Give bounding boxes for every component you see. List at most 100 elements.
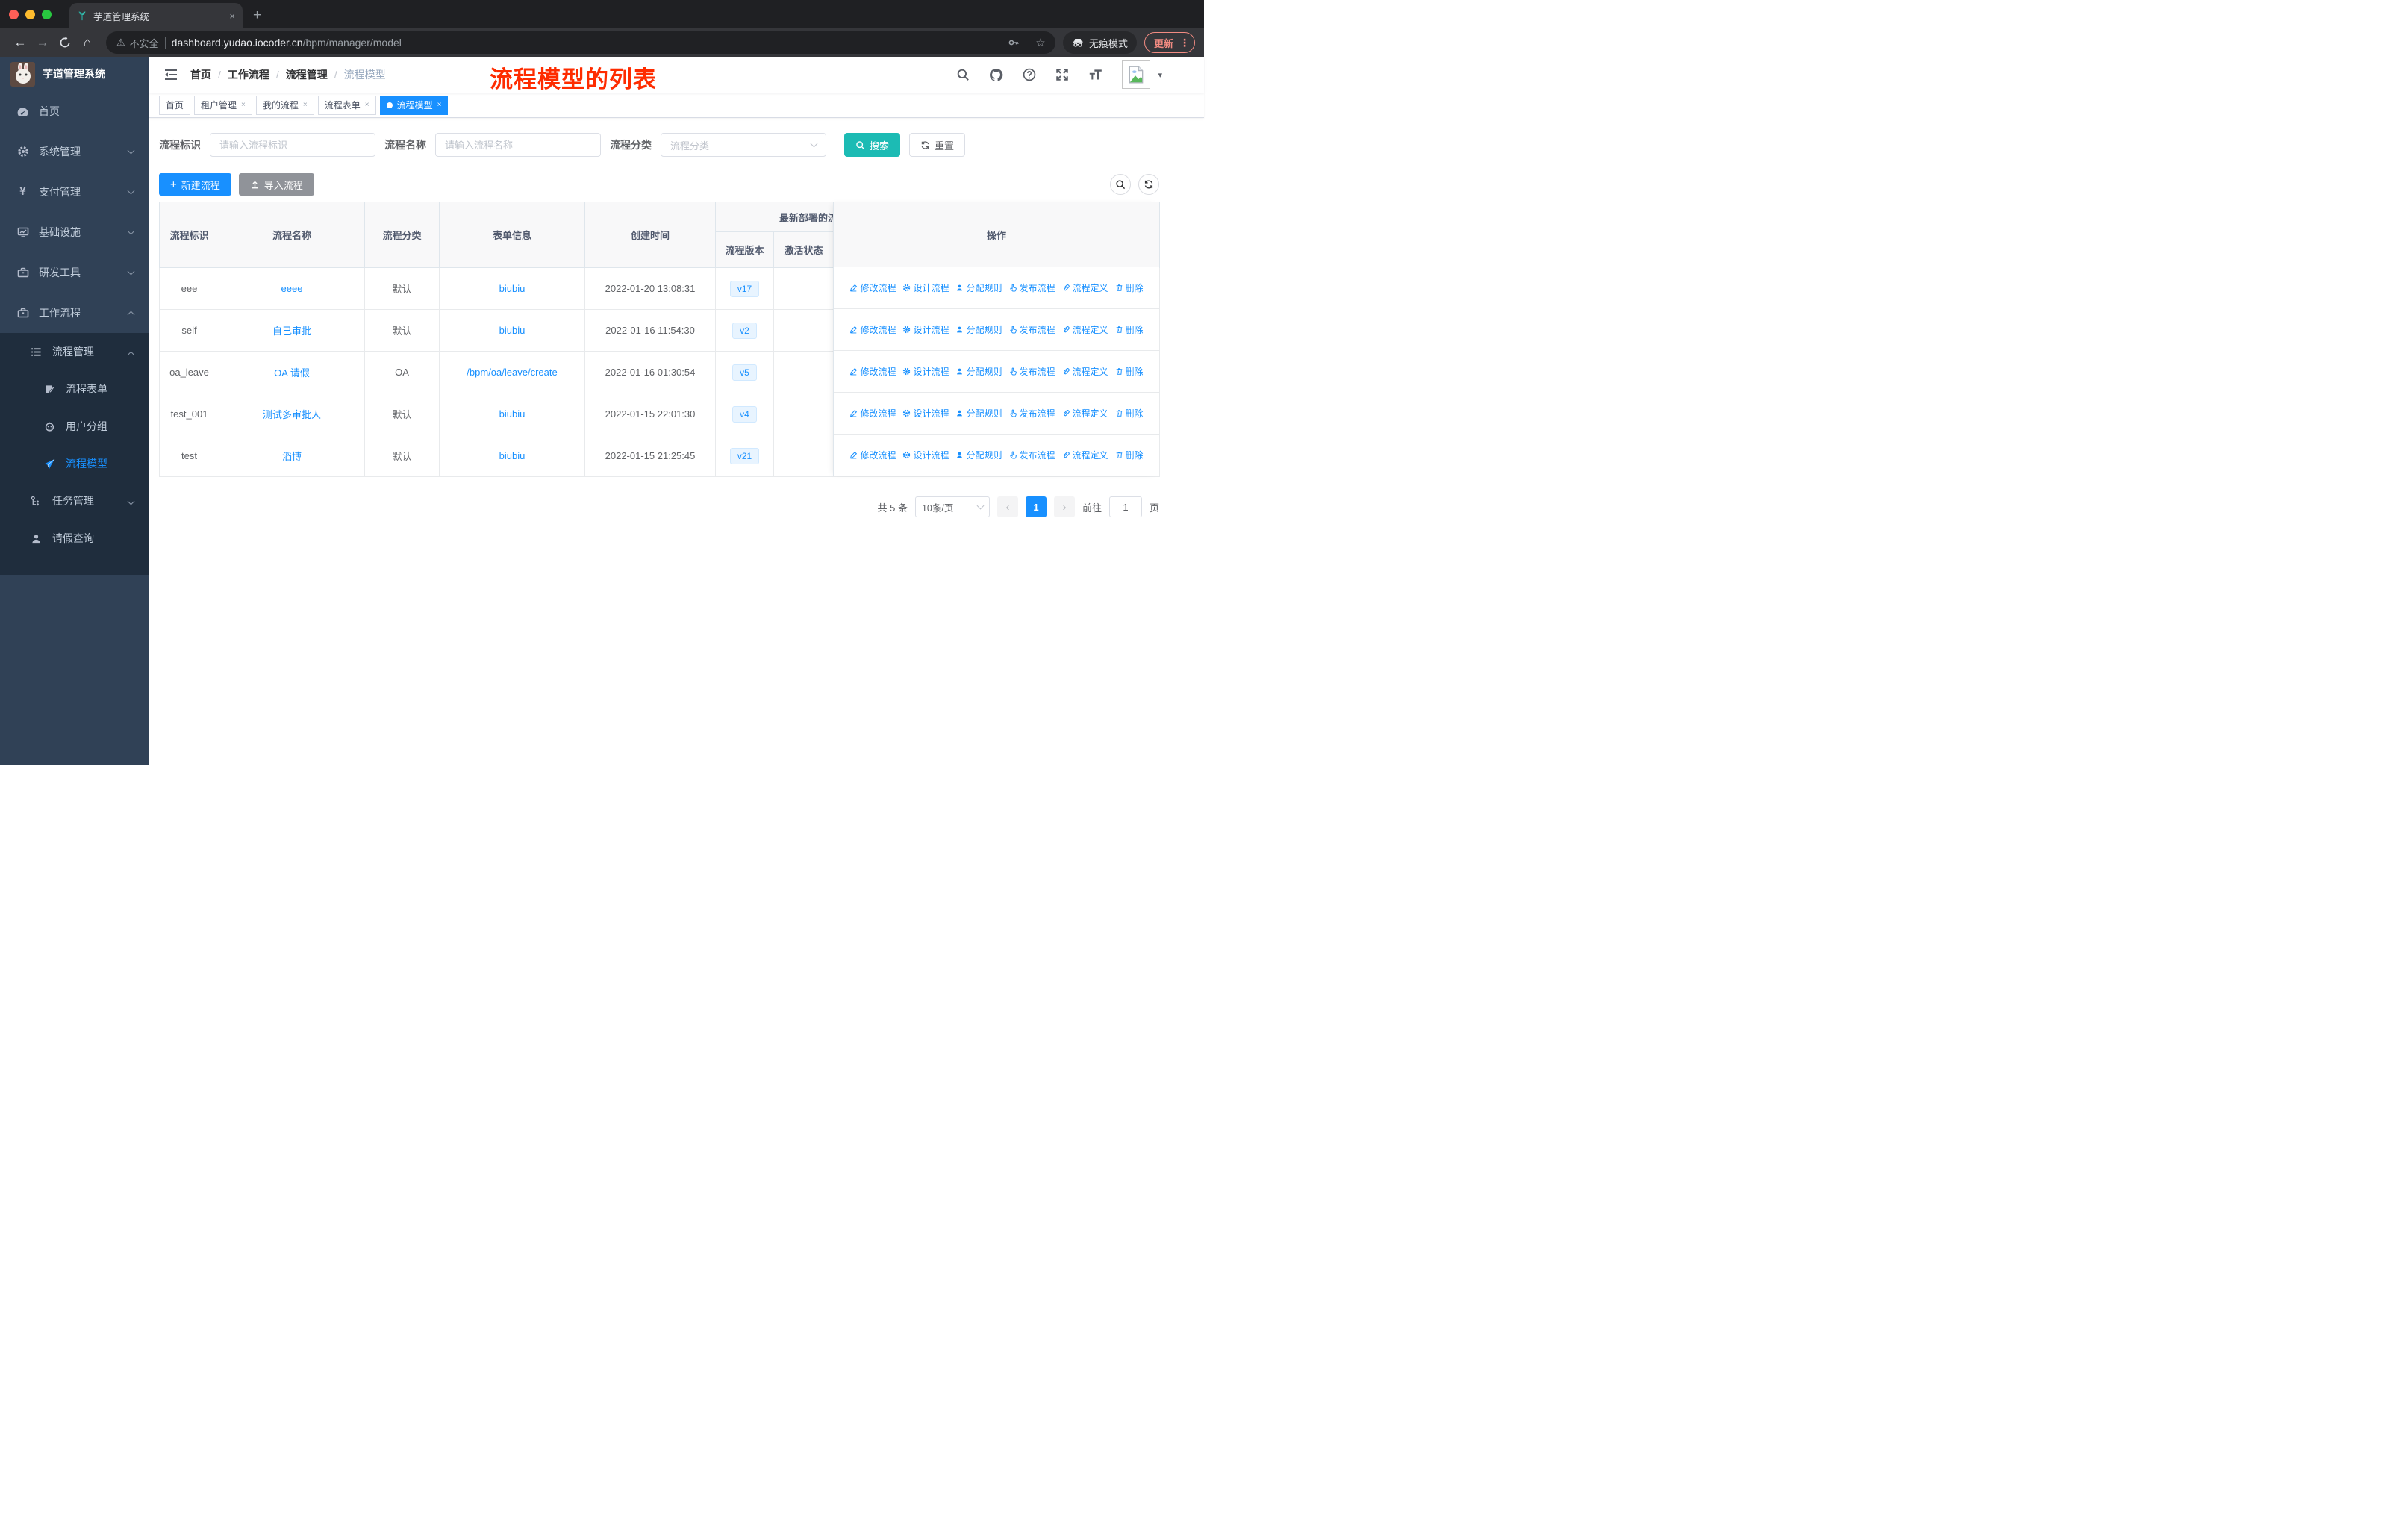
tag-home[interactable]: 首页 — [159, 95, 191, 115]
filter-name-input[interactable] — [435, 133, 601, 157]
zoom-window-button[interactable] — [42, 9, 52, 19]
refresh-table-button[interactable] — [1138, 174, 1159, 195]
edit-process-link[interactable]: 修改流程 — [849, 449, 896, 461]
edit-process-link[interactable]: 修改流程 — [849, 365, 896, 378]
chrome-update-button[interactable]: 更新 ⋮ — [1144, 32, 1195, 53]
close-window-button[interactable] — [9, 9, 19, 19]
tag-process-form[interactable]: 流程表单 × — [317, 95, 376, 115]
tag-my-process[interactable]: 我的流程 × — [255, 95, 314, 115]
version-badge[interactable]: v2 — [732, 322, 757, 339]
publish-process-link[interactable]: 发布流程 — [1009, 281, 1055, 294]
next-page-button[interactable]: › — [1053, 496, 1075, 517]
version-badge[interactable]: v4 — [732, 405, 757, 423]
form-info-link[interactable]: biubiu — [499, 408, 525, 420]
process-name-link[interactable]: 滔博 — [282, 451, 302, 462]
edit-process-link[interactable]: 修改流程 — [849, 281, 896, 294]
font-size-icon[interactable] — [1088, 68, 1102, 82]
process-name-link[interactable]: 自己审批 — [272, 326, 311, 337]
publish-process-link[interactable]: 发布流程 — [1009, 407, 1055, 420]
sidebar-item-payment[interactable]: ¥ 支付管理 — [0, 172, 149, 212]
browser-menu-icon[interactable]: ⋮ — [1179, 37, 1190, 49]
key-icon[interactable] — [1003, 37, 1024, 49]
delete-link[interactable]: 删除 — [1115, 449, 1144, 461]
home-icon[interactable]: ⌂ — [76, 35, 99, 50]
assign-rule-link[interactable]: 分配规则 — [955, 281, 1002, 294]
sidebar-item-process-form[interactable]: 流程表单 — [0, 370, 149, 408]
bookmark-star-icon[interactable]: ☆ — [1030, 36, 1051, 49]
not-secure-badge[interactable]: ⚠ 不安全 — [116, 36, 159, 50]
publish-process-link[interactable]: 发布流程 — [1009, 449, 1055, 461]
process-definition-link[interactable]: 流程定义 — [1062, 407, 1108, 420]
tag-tenant[interactable]: 租户管理 × — [194, 95, 252, 115]
close-icon[interactable]: × — [241, 101, 246, 109]
browser-tab[interactable]: 芋道管理系统 × — [69, 3, 243, 28]
breadcrumb-home[interactable]: 首页 — [190, 67, 211, 82]
tag-process-model[interactable]: 流程模型 × — [379, 95, 449, 115]
close-icon[interactable]: × — [365, 101, 369, 109]
close-icon[interactable]: × — [303, 101, 308, 109]
page-size-select[interactable]: 10条/页 — [914, 496, 990, 517]
github-icon[interactable] — [989, 68, 1003, 82]
publish-process-link[interactable]: 发布流程 — [1009, 365, 1055, 378]
sidebar-item-infra[interactable]: 基础设施 — [0, 212, 149, 252]
process-name-link[interactable]: OA 请假 — [274, 367, 310, 379]
filter-key-input[interactable] — [210, 133, 375, 157]
process-definition-link[interactable]: 流程定义 — [1062, 281, 1108, 294]
close-icon[interactable]: × — [437, 101, 442, 109]
assign-rule-link[interactable]: 分配规则 — [955, 365, 1002, 378]
publish-process-link[interactable]: 发布流程 — [1009, 323, 1055, 336]
sidebar-item-system[interactable]: 系统管理 — [0, 131, 149, 172]
new-tab-button[interactable]: + — [253, 7, 261, 24]
delete-link[interactable]: 删除 — [1115, 407, 1144, 420]
goto-page-input[interactable]: 1 — [1108, 496, 1142, 517]
breadcrumb-workflow[interactable]: 工作流程 — [228, 67, 269, 82]
minimize-window-button[interactable] — [25, 9, 35, 19]
assign-rule-link[interactable]: 分配规则 — [955, 407, 1002, 420]
forward-icon[interactable]: → — [31, 35, 54, 50]
tab-close-icon[interactable]: × — [229, 10, 235, 22]
reset-button[interactable]: 重置 — [909, 133, 966, 157]
search-icon[interactable] — [956, 68, 970, 81]
delete-link[interactable]: 删除 — [1115, 365, 1144, 378]
sidebar-item-workflow[interactable]: 工作流程 — [0, 293, 149, 333]
sidebar-item-home[interactable]: 首页 — [0, 91, 149, 131]
version-badge[interactable]: v21 — [729, 447, 760, 464]
design-process-link[interactable]: 设计流程 — [902, 449, 949, 461]
design-process-link[interactable]: 设计流程 — [902, 281, 949, 294]
sidebar-item-user-group[interactable]: 用户分组 — [0, 408, 149, 445]
edit-process-link[interactable]: 修改流程 — [849, 323, 896, 336]
address-bar[interactable]: ⚠ 不安全 dashboard.yudao.iocoder.cn/bpm/man… — [106, 31, 1055, 54]
process-definition-link[interactable]: 流程定义 — [1062, 449, 1108, 461]
version-badge[interactable]: v17 — [729, 280, 760, 297]
sidebar-item-process-manage[interactable]: 流程管理 — [0, 333, 149, 370]
process-name-link[interactable]: 测试多审批人 — [263, 409, 321, 420]
avatar[interactable] — [1122, 60, 1151, 89]
search-button[interactable]: 搜索 — [844, 133, 901, 157]
hamburger-icon[interactable] — [157, 67, 184, 82]
back-icon[interactable]: ← — [9, 35, 31, 50]
prev-page-button[interactable]: ‹ — [996, 496, 1018, 517]
toggle-search-button[interactable] — [1110, 174, 1131, 195]
sidebar-item-leave-query[interactable]: 请假查询 — [0, 520, 149, 557]
current-page-button[interactable]: 1 — [1025, 496, 1047, 517]
sidebar-item-task-manage[interactable]: 任务管理 — [0, 482, 149, 520]
process-name-link[interactable]: eeee — [281, 283, 303, 294]
delete-link[interactable]: 删除 — [1115, 323, 1144, 336]
help-icon[interactable] — [1023, 68, 1036, 81]
breadcrumb-process-manage[interactable]: 流程管理 — [286, 67, 328, 82]
process-definition-link[interactable]: 流程定义 — [1062, 365, 1108, 378]
reload-icon[interactable] — [54, 37, 76, 49]
form-info-link[interactable]: biubiu — [499, 325, 525, 336]
sidebar-item-devtools[interactable]: 研发工具 — [0, 252, 149, 293]
sidebar-item-process-model[interactable]: 流程模型 — [0, 445, 149, 482]
avatar-caret-icon[interactable]: ▾ — [1158, 70, 1162, 80]
edit-process-link[interactable]: 修改流程 — [849, 407, 896, 420]
form-info-link[interactable]: /bpm/oa/leave/create — [467, 367, 557, 378]
design-process-link[interactable]: 设计流程 — [902, 407, 949, 420]
delete-link[interactable]: 删除 — [1115, 281, 1144, 294]
design-process-link[interactable]: 设计流程 — [902, 365, 949, 378]
filter-category-select[interactable]: 流程分类 — [661, 133, 826, 157]
create-process-button[interactable]: + 新建流程 — [159, 173, 231, 196]
process-definition-link[interactable]: 流程定义 — [1062, 323, 1108, 336]
form-info-link[interactable]: biubiu — [499, 283, 525, 294]
